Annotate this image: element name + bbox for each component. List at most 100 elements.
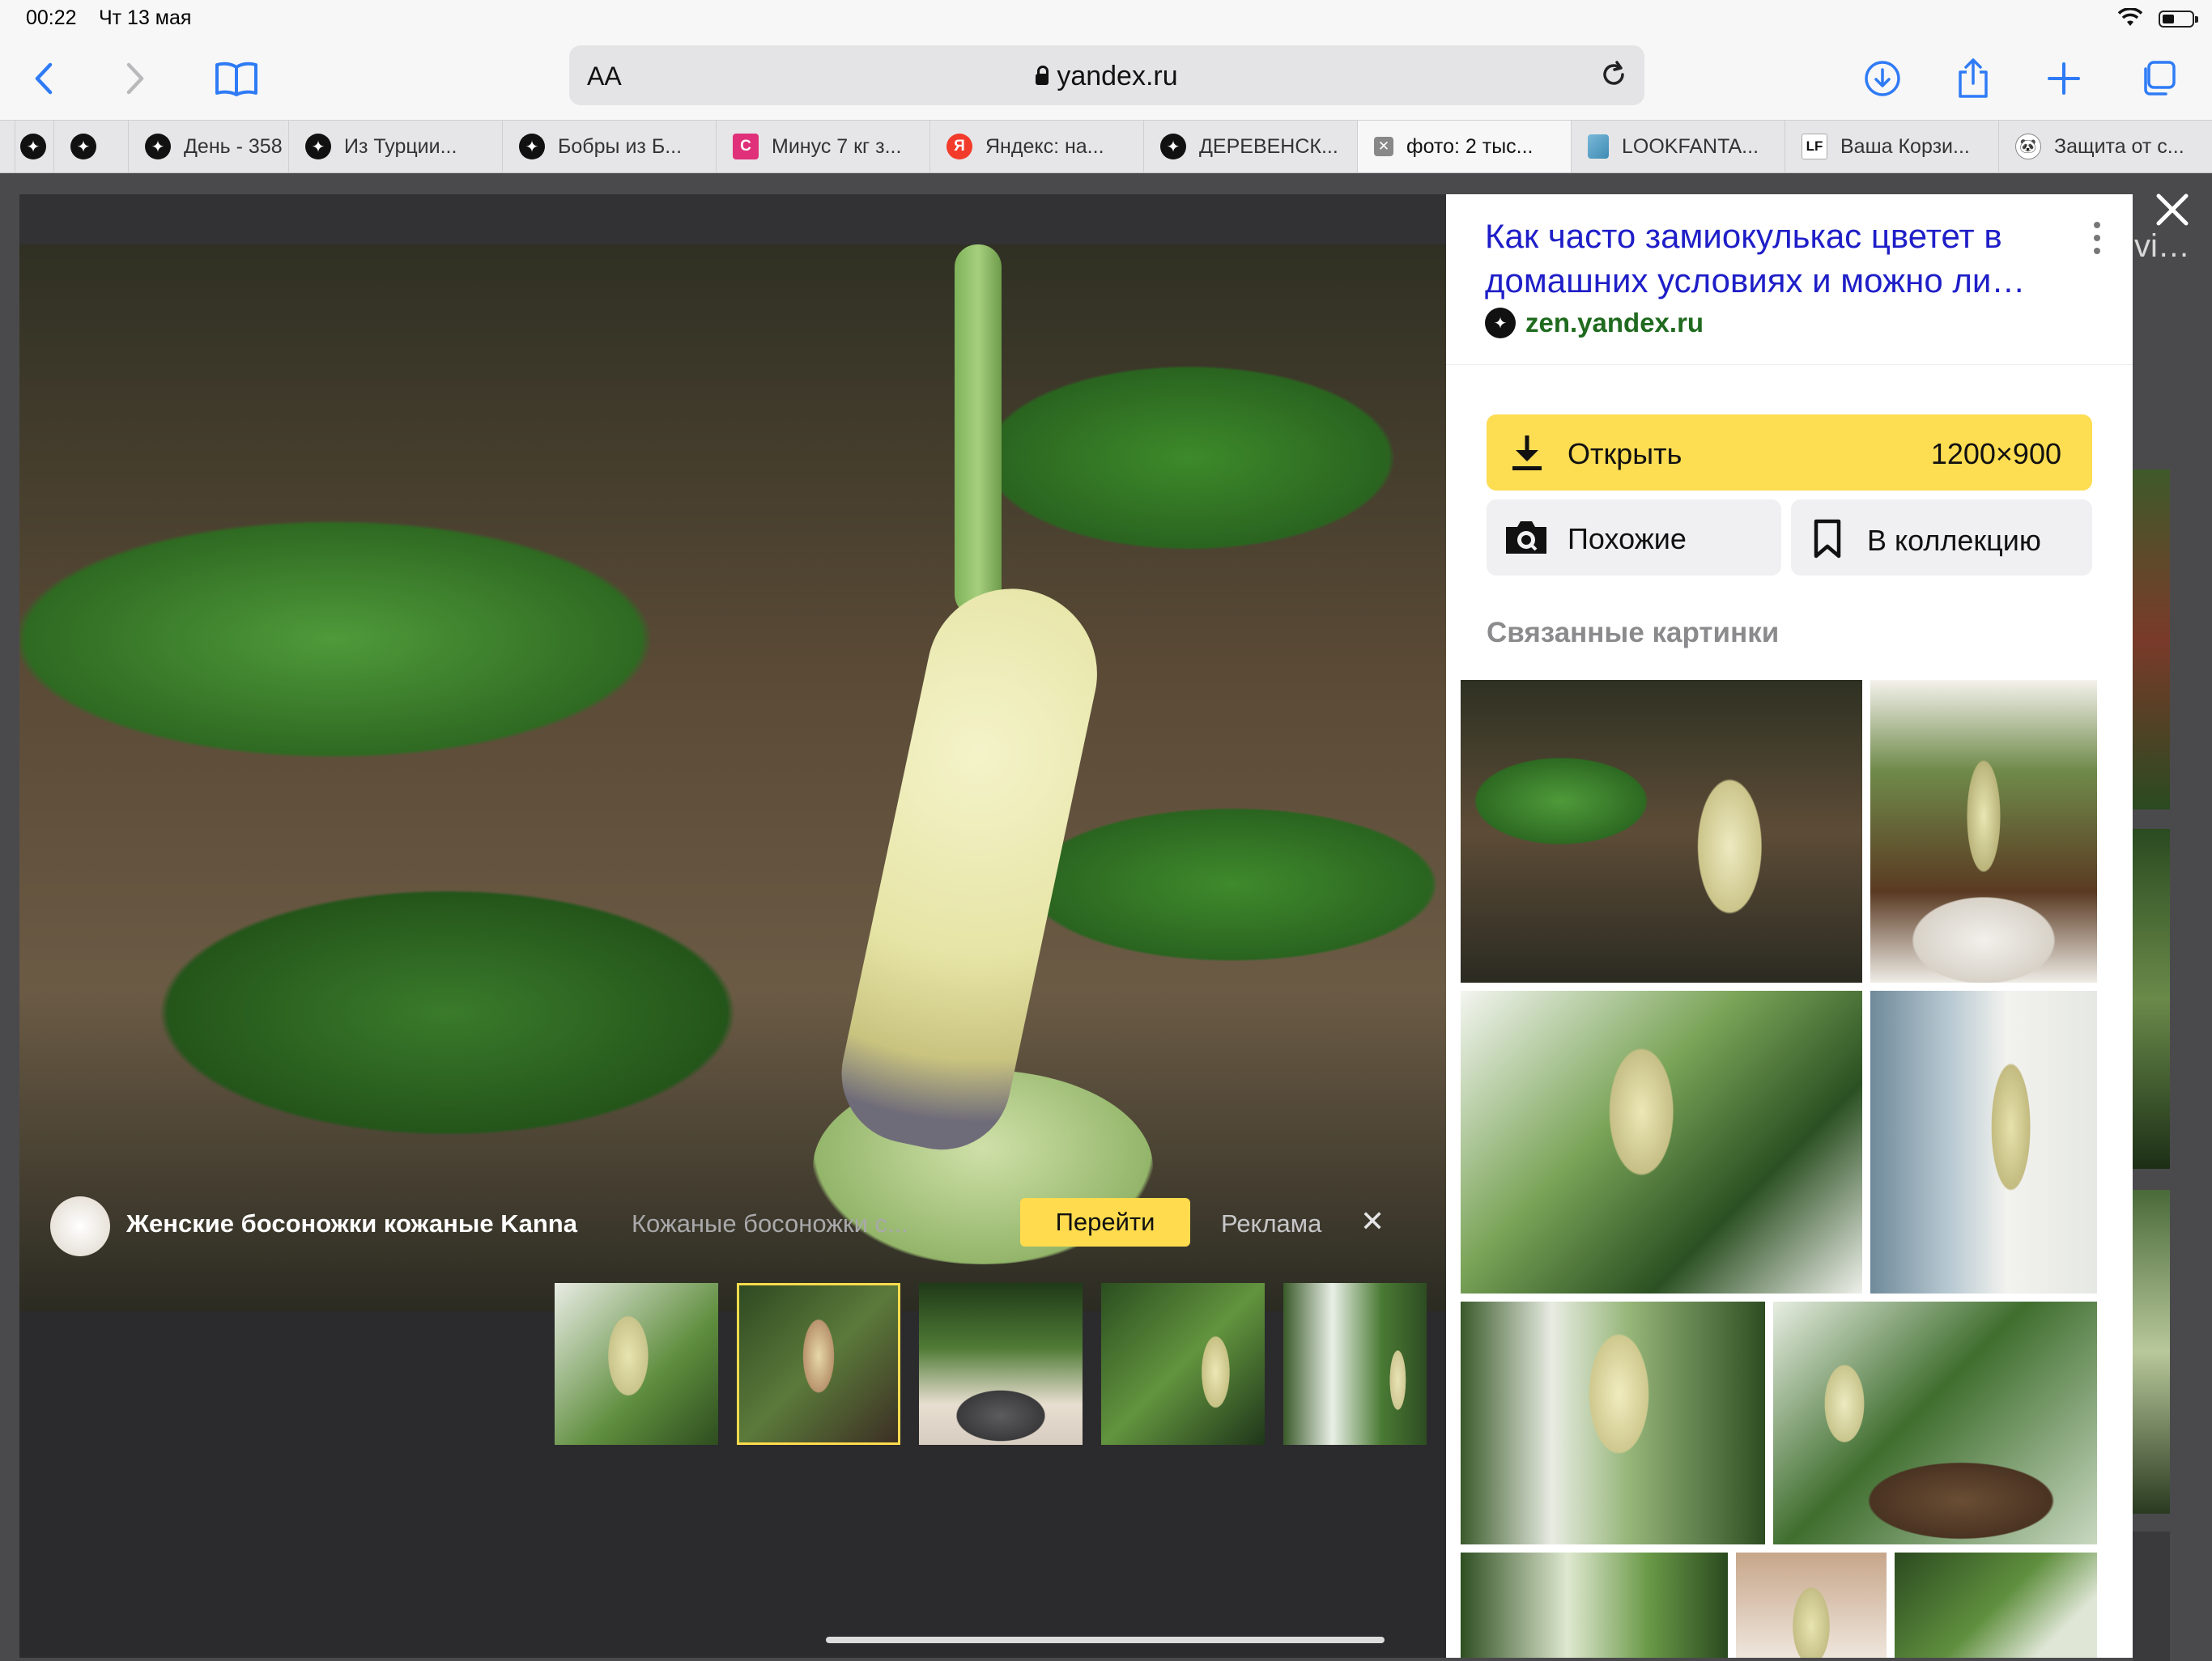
related-image[interactable] bbox=[1461, 1302, 1765, 1544]
tab-item[interactable] bbox=[15, 121, 53, 172]
related-image[interactable] bbox=[1461, 1553, 1728, 1658]
ad-label: Реклама bbox=[1221, 1209, 1322, 1238]
new-tab-button[interactable] bbox=[2035, 50, 2092, 107]
tab-item[interactable]: 🐼 Защита от с... bbox=[1998, 121, 2212, 172]
share-button[interactable] bbox=[1945, 50, 2001, 107]
zen-favicon-icon bbox=[305, 134, 331, 159]
flower-spadix bbox=[828, 572, 1113, 1163]
lookfantastic-favicon-icon bbox=[1588, 134, 1609, 159]
scroll-indicator[interactable] bbox=[826, 1637, 1385, 1643]
downloads-button[interactable] bbox=[1854, 50, 1911, 107]
tab-item[interactable]: Бобры из Б... bbox=[502, 121, 716, 172]
related-image[interactable] bbox=[1773, 1302, 2097, 1544]
browser-toolbar: AA yandex.ru bbox=[0, 39, 2212, 120]
source-link[interactable]: zen.yandex.ru bbox=[1485, 308, 1704, 338]
thumbnail[interactable] bbox=[1283, 1283, 1427, 1445]
zen-favicon-icon bbox=[1485, 308, 1516, 338]
plus-icon bbox=[2048, 62, 2080, 95]
background-image bbox=[2133, 469, 2170, 809]
related-image[interactable] bbox=[1870, 991, 2097, 1294]
tab-item[interactable]: Из Турции... bbox=[288, 121, 502, 172]
zen-favicon-icon bbox=[20, 134, 46, 159]
related-image[interactable] bbox=[1870, 680, 2097, 983]
related-image[interactable] bbox=[1895, 1553, 2097, 1658]
zen-favicon-icon bbox=[145, 134, 171, 159]
main-image[interactable] bbox=[19, 244, 1446, 1311]
thumbnail[interactable] bbox=[919, 1283, 1083, 1445]
back-button[interactable] bbox=[15, 50, 71, 107]
yandex-favicon-icon: Я bbox=[946, 134, 972, 159]
related-image[interactable] bbox=[1461, 680, 1862, 983]
lf-favicon-icon: LF bbox=[1802, 134, 1827, 159]
tab-label: Яндекс: на... bbox=[985, 134, 1104, 158]
tab-item[interactable]: C Минус 7 кг з... bbox=[716, 121, 929, 172]
tab-item[interactable]: День - 358 bbox=[128, 121, 288, 172]
ad-title[interactable]: Женские босоножки кожаные Kanna bbox=[126, 1209, 577, 1238]
tab-label: ДЕРЕВЕНСК... bbox=[1199, 134, 1338, 158]
chevron-left-icon bbox=[35, 62, 53, 95]
ad-close-button[interactable]: ✕ bbox=[1360, 1204, 1385, 1238]
panda-favicon-icon: 🐼 bbox=[2015, 134, 2041, 159]
zen-favicon-icon bbox=[1160, 134, 1186, 159]
tab-label: LOOKFANTA... bbox=[1622, 134, 1759, 158]
bookmarks-button[interactable] bbox=[208, 50, 265, 107]
tab-label: Бобры из Б... bbox=[558, 134, 683, 158]
image-info-panel: Как часто замиокулькас цветет в домашних… bbox=[1446, 194, 2133, 1658]
zen-favicon-icon bbox=[519, 134, 545, 159]
similar-button[interactable]: Похожие bbox=[1487, 499, 1781, 576]
plant-stem bbox=[955, 244, 1002, 617]
more-options-icon[interactable] bbox=[2094, 222, 2102, 261]
camera-search-icon bbox=[1506, 521, 1546, 554]
tab-item[interactable]: ДЕРЕВЕНСК... bbox=[1143, 121, 1357, 172]
tab-label: Из Турции... bbox=[344, 134, 457, 158]
thumbnail[interactable] bbox=[555, 1283, 718, 1445]
background-image bbox=[2133, 1531, 2170, 1661]
tabs-overview-button[interactable] bbox=[2129, 50, 2186, 107]
bookmark-icon bbox=[1814, 519, 1841, 559]
open-image-button[interactable]: Открыть 1200×900 bbox=[1487, 414, 2092, 491]
related-image[interactable] bbox=[1736, 1553, 1887, 1658]
ad-description[interactable]: Кожаные босоножки с... bbox=[632, 1209, 908, 1238]
tab-item[interactable]: LF Ваша Корзи... bbox=[1784, 121, 1998, 172]
download-circle-icon bbox=[1865, 61, 1900, 96]
wifi-icon bbox=[2118, 8, 2142, 26]
image-size: 1200×900 bbox=[1930, 437, 2061, 470]
source-domain: zen.yandex.ru bbox=[1525, 308, 1704, 338]
background-image bbox=[2133, 1190, 2170, 1514]
forward-button[interactable] bbox=[108, 50, 164, 107]
thumbnail[interactable] bbox=[1101, 1283, 1265, 1445]
tab-strip: День - 358 Из Турции... Бобры из Б... CМ… bbox=[0, 120, 2212, 173]
status-date: Чт 13 мая bbox=[99, 6, 192, 29]
battery-icon bbox=[2159, 11, 2198, 28]
tab-item[interactable] bbox=[53, 121, 128, 172]
open-label: Открыть bbox=[1568, 437, 1682, 470]
ad-go-button[interactable]: Перейти bbox=[1020, 1198, 1190, 1247]
reload-icon[interactable] bbox=[1597, 58, 1630, 91]
chevron-right-icon bbox=[126, 62, 144, 95]
related-image[interactable] bbox=[1461, 991, 1862, 1294]
source-page-title-link[interactable]: Как часто замиокулькас цветет в домашних… bbox=[1485, 214, 2068, 303]
collection-label: В коллекцию bbox=[1867, 524, 2041, 557]
lock-icon bbox=[1036, 66, 1049, 85]
tab-item-active[interactable]: ✕ фото: 2 тыс... bbox=[1357, 121, 1571, 172]
background-image bbox=[2133, 829, 2170, 1169]
ad-avatar[interactable] bbox=[50, 1196, 110, 1256]
tab-label: Ваша Корзи... bbox=[1840, 134, 1970, 158]
thumbnail-selected[interactable] bbox=[737, 1283, 900, 1445]
tab-label: Защита от с... bbox=[2054, 134, 2184, 158]
url-host: yandex.ru bbox=[1057, 61, 1178, 91]
share-icon bbox=[1959, 58, 1988, 98]
c-favicon-icon: C bbox=[733, 134, 759, 159]
close-tab-icon[interactable]: ✕ bbox=[1374, 137, 1393, 156]
viewer-top-bar bbox=[19, 194, 1446, 244]
address-bar[interactable]: AA yandex.ru bbox=[569, 45, 1644, 105]
close-icon[interactable] bbox=[2152, 189, 2193, 230]
tab-item[interactable]: LOOKFANTA... bbox=[1571, 121, 1784, 172]
book-icon bbox=[215, 62, 257, 96]
tab-label: Минус 7 кг з... bbox=[772, 134, 902, 158]
tabs-icon bbox=[2144, 61, 2176, 96]
download-icon bbox=[1512, 435, 1542, 470]
tab-item[interactable]: Я Яндекс: на... bbox=[929, 121, 1143, 172]
url-host-wrap: yandex.ru bbox=[569, 61, 1644, 92]
add-to-collection-button[interactable]: В коллекцию bbox=[1791, 499, 2092, 576]
